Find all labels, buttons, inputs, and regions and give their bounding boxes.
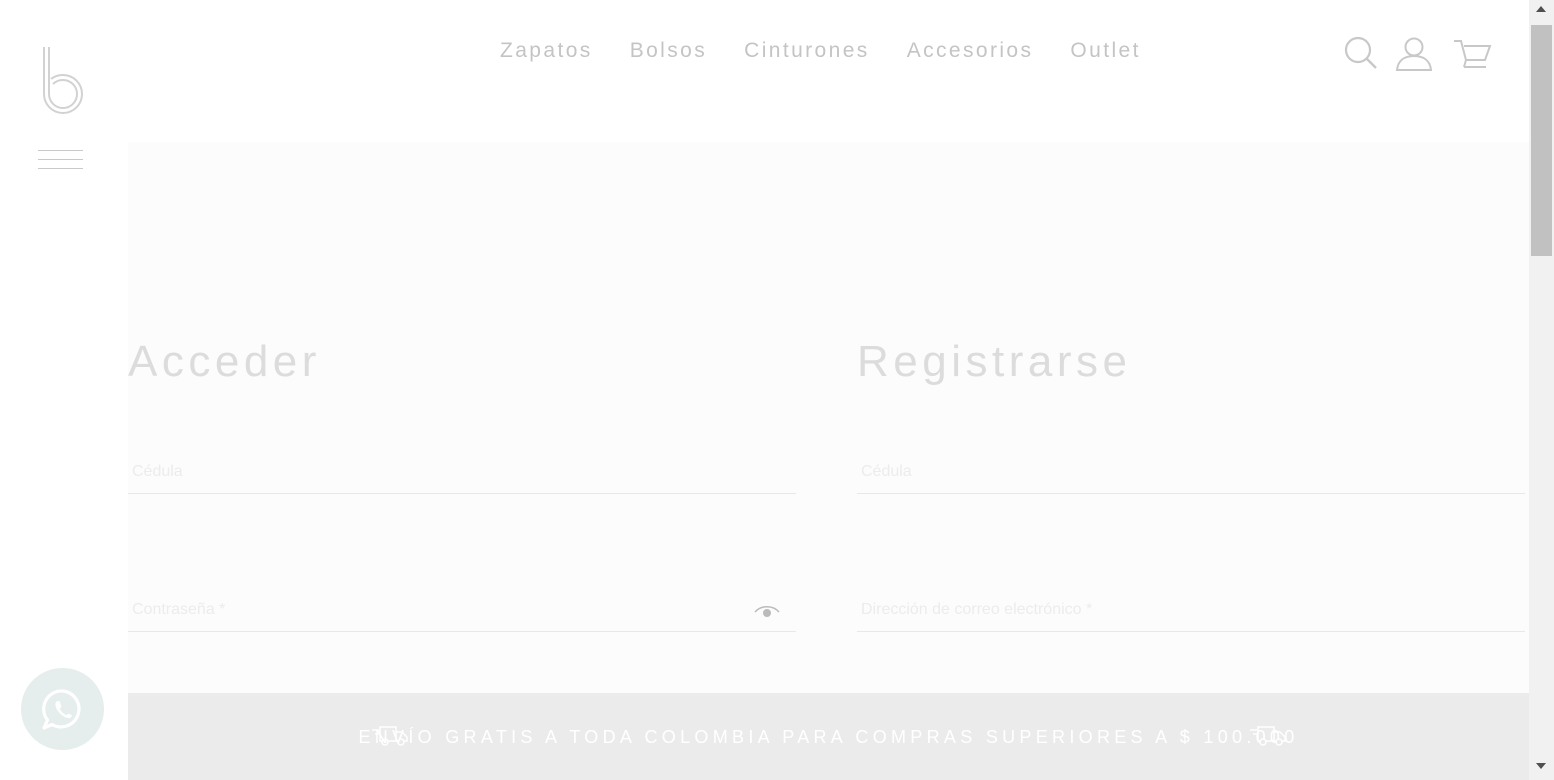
eye-icon[interactable] (754, 605, 780, 623)
free-shipping-banner: ENVÍO GRATIS A TODA COLOMBIA PARA COMPRA… (128, 693, 1529, 780)
whatsapp-icon (42, 689, 81, 730)
scrollbar-thumb[interactable] (1531, 25, 1552, 256)
nav-item-zapatos[interactable]: Zapatos (500, 36, 593, 66)
scroll-down-arrow-icon[interactable] (1536, 763, 1546, 769)
nav-item-bolsos[interactable]: Bolsos (630, 36, 707, 66)
nav-item-outlet[interactable]: Outlet (1070, 36, 1140, 66)
login-password-field[interactable]: Contraseña * (128, 591, 796, 632)
free-shipping-text: ENVÍO GRATIS A TODA COLOMBIA PARA COMPRA… (358, 727, 1299, 747)
login-password-label: Contraseña * (132, 601, 226, 618)
login-cedula-field[interactable]: Cédula (128, 453, 796, 494)
register-cedula-field[interactable]: Cédula (857, 453, 1525, 494)
whatsapp-button[interactable] (21, 668, 104, 750)
nav-item-accesorios[interactable]: Accesorios (907, 36, 1034, 66)
register-email-field[interactable]: Dirección de correo electrónico * (857, 591, 1525, 632)
hamburger-menu-icon[interactable] (38, 148, 84, 172)
main-nav: Zapatos Bolsos Cinturones Accesorios Out… (500, 36, 1141, 66)
b-logo-icon (43, 47, 83, 114)
login-title: Acceder (128, 337, 321, 386)
login-cedula-label: Cédula (132, 463, 183, 480)
site-logo[interactable] (38, 44, 88, 116)
scroll-up-arrow-icon[interactable] (1536, 6, 1546, 12)
register-title: Registrarse (857, 337, 1132, 386)
register-email-label: Dirección de correo electrónico * (861, 601, 1093, 618)
delivery-truck-icon (1248, 724, 1288, 753)
cart-icon[interactable] (1452, 38, 1494, 77)
register-cedula-label: Cédula (861, 463, 912, 480)
search-icon[interactable] (1342, 34, 1380, 77)
scrollbar[interactable] (1529, 0, 1554, 780)
nav-item-cinturones[interactable]: Cinturones (744, 36, 870, 66)
user-icon[interactable] (1394, 36, 1434, 77)
